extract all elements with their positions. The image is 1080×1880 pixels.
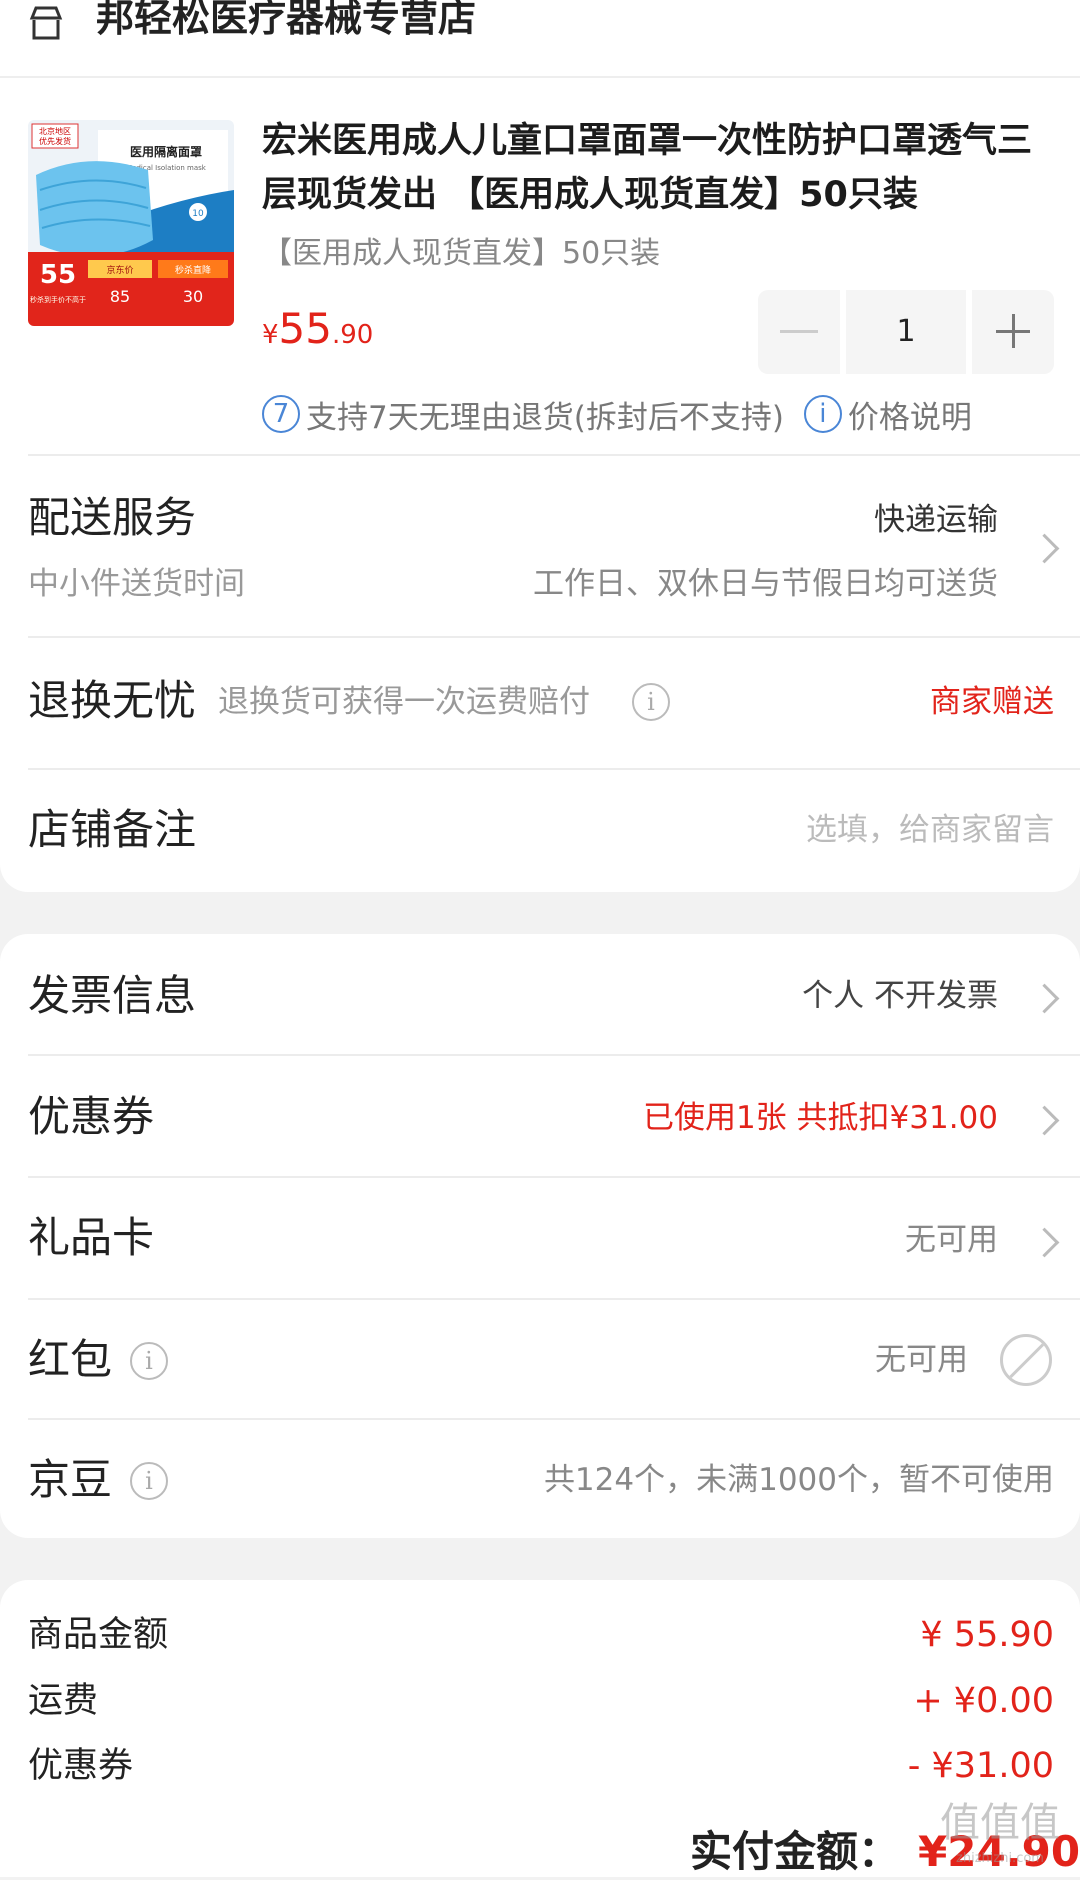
chevron-right-icon xyxy=(1029,1105,1060,1136)
invoice-value: 个人 不开发票 xyxy=(802,978,998,1014)
info-icon[interactable]: i xyxy=(803,395,842,433)
shop-icon xyxy=(29,6,63,40)
returns-policy-text: 支持7天无理由退货(拆封后不支持) xyxy=(306,399,784,436)
decrease-button[interactable] xyxy=(758,290,840,374)
divider xyxy=(28,1418,1080,1420)
product-spec: 【医用成人现货直发】50只装 xyxy=(262,236,661,271)
image-badge-line1: 北京地区 xyxy=(39,126,71,136)
chevron-right-icon xyxy=(1029,533,1060,564)
delivery-subtitle: 中小件送货时间 xyxy=(28,566,245,602)
summary-coupon-label: 优惠券 xyxy=(28,1746,134,1786)
watermark-text: 值值值 xyxy=(940,1800,1060,1846)
price-currency: ¥ xyxy=(262,320,279,350)
price-decimal: .90 xyxy=(332,320,374,350)
jd-beans-info-icon[interactable]: i xyxy=(130,1462,168,1500)
chevron-right-icon xyxy=(1029,983,1060,1014)
order-shop-card: 邦轻松医疗器械专营店 北京地区 优先发货 医用隔离面罩 Medical Isol… xyxy=(0,0,1080,892)
watermark-logo: 值值值 zhizhizhi.com xyxy=(940,1800,1060,1866)
divider xyxy=(28,1298,1080,1300)
gift-card-title: 礼品卡 xyxy=(28,1213,155,1262)
worry-free-value: 商家赠送 xyxy=(930,684,1054,720)
pay-total-label: 实付金额： xyxy=(690,1827,901,1876)
image-seckill: 30 xyxy=(183,287,203,306)
image-jd-price: 85 xyxy=(110,287,130,306)
coupon-value: 已使用1张 共抵扣¥31.00 xyxy=(642,1100,998,1136)
divider xyxy=(28,1054,1080,1056)
red-packet-info-icon[interactable]: i xyxy=(130,1342,168,1380)
chevron-right-icon xyxy=(1029,1227,1060,1258)
increase-button[interactable] xyxy=(972,290,1054,374)
shop-header[interactable]: 邦轻松医疗器械专营店 xyxy=(0,0,1080,78)
jd-beans-value: 共124个，未满1000个，暂不可使用 xyxy=(543,1462,1054,1498)
delivery-schedule: 工作日、双休日与节假日均可送货 xyxy=(533,566,998,602)
image-footnote: 秒杀到手价不高于 xyxy=(30,295,86,304)
divider xyxy=(28,1176,1080,1178)
image-seckill-label: 秒杀直降 xyxy=(175,264,211,276)
quantity-stepper: 1 xyxy=(758,290,1054,374)
svg-text:10: 10 xyxy=(192,209,204,219)
red-packet-value: 无可用 xyxy=(875,1342,968,1378)
invoice-title: 发票信息 xyxy=(28,971,197,1020)
watermark-sub: zhizhizhi.com xyxy=(956,1851,1044,1866)
seven-day-icon: 7 xyxy=(262,395,300,433)
gift-card-value: 无可用 xyxy=(905,1222,998,1258)
product-title[interactable]: 宏米医用成人儿童口罩面罩一次性防护口罩透气三层现货发出 【医用成人现货直发】50… xyxy=(262,114,1062,222)
summary-shipping-value: + ¥0.00 xyxy=(913,1681,1054,1721)
summary-coupon-value: - ¥31.00 xyxy=(907,1746,1054,1786)
quantity-value[interactable]: 1 xyxy=(846,290,966,374)
coupon-title: 优惠券 xyxy=(28,1092,155,1141)
worry-free-desc: 退换货可获得一次运费赔付 xyxy=(218,684,590,720)
image-jd-label: 京东价 xyxy=(106,264,133,276)
store-note-input[interactable]: 选填，给商家留言 xyxy=(806,808,1054,852)
shop-name: 邦轻松医疗器械专营店 xyxy=(96,0,477,40)
worry-free-info-icon[interactable]: i xyxy=(632,683,670,721)
image-badge-line2: 优先发货 xyxy=(39,136,71,146)
red-packet-title: 红包 xyxy=(28,1335,113,1384)
jd-beans-title: 京豆 xyxy=(28,1455,113,1504)
summary-shipping-label: 运费 xyxy=(28,1681,99,1721)
returns-policy-line: 7 支持7天无理由退货(拆封后不支持) i 价格说明 xyxy=(262,392,972,436)
price-info-link[interactable]: 价格说明 xyxy=(848,392,972,437)
product-image[interactable]: 北京地区 优先发货 医用隔离面罩 Medical Isolation mask … xyxy=(28,120,234,326)
product-price: ¥55.90 xyxy=(262,304,373,363)
delivery-method: 快递运输 xyxy=(874,502,998,538)
price-integer: 55 xyxy=(278,304,332,353)
summary-goods-value: ¥ 55.90 xyxy=(920,1615,1054,1655)
summary-goods-label: 商品金额 xyxy=(28,1615,169,1655)
store-note-title: 店铺备注 xyxy=(28,805,197,854)
divider xyxy=(28,768,1080,770)
divider xyxy=(28,636,1080,638)
unavailable-icon xyxy=(1000,1334,1052,1386)
image-big-price: 55 xyxy=(40,260,76,290)
payment-options-card: 发票信息 个人 不开发票 优惠券 已使用1张 共抵扣¥31.00 礼品卡 无可用… xyxy=(0,934,1080,1538)
delivery-title: 配送服务 xyxy=(28,493,197,542)
worry-free-title: 退换无忧 xyxy=(28,676,197,725)
image-box-title: 医用隔离面罩 xyxy=(130,144,202,159)
divider xyxy=(28,454,1080,456)
